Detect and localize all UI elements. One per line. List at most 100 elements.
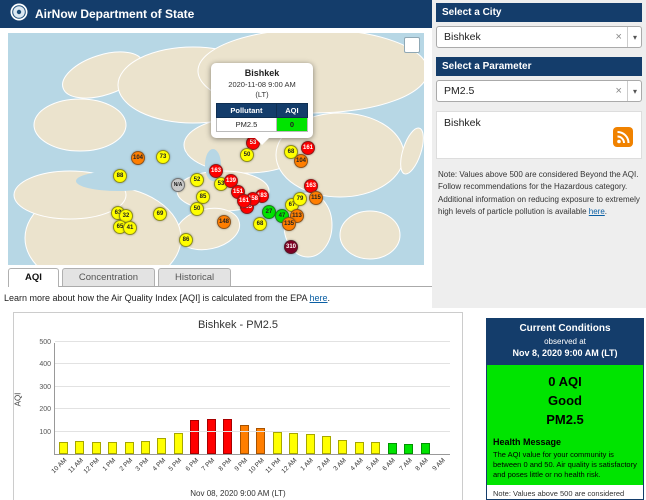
aqi-bar[interactable]	[371, 442, 380, 454]
tab-bar: AQI Concentration Historical	[8, 268, 432, 287]
map-layers-button[interactable]	[404, 37, 420, 53]
x-tick-label: 4 AM	[349, 457, 364, 472]
popup-arrow	[255, 138, 269, 145]
learn-more-text: Learn more about how the Air Quality Ind…	[4, 293, 310, 303]
aqi-bar[interactable]	[92, 442, 101, 454]
x-tick-label: 3 PM	[135, 457, 151, 473]
world-aqi-map[interactable]: 8810473N/A528550163531391511551486332654…	[8, 33, 424, 265]
rss-city-label: Bishkek	[444, 117, 481, 129]
bar-column: 11 AM	[71, 343, 87, 454]
aqi-bar[interactable]	[289, 433, 298, 454]
x-axis-title: Nov 08, 2020 9:00 AM (LT)	[14, 489, 462, 498]
app-header: AirNow Department of State	[0, 0, 432, 28]
tab-concentration[interactable]: Concentration	[62, 268, 155, 286]
aqi-bar[interactable]	[207, 419, 216, 454]
x-tick-label: 12 AM	[281, 457, 299, 475]
aqi-bar[interactable]	[157, 438, 166, 454]
bar-column: 10 PM	[252, 343, 268, 454]
bar-column: 12 PM	[88, 343, 104, 454]
epa-link[interactable]: here	[310, 293, 328, 303]
bar-column: 3 AM	[335, 343, 351, 454]
x-tick-label: 10 AM	[50, 457, 68, 475]
map-aqi-marker[interactable]: 163	[209, 164, 223, 178]
bar-column: 2 PM	[121, 343, 137, 454]
tab-aqi[interactable]: AQI	[8, 268, 59, 287]
bar-column: 9 PM	[236, 343, 252, 454]
aqi-bar[interactable]	[404, 444, 413, 454]
aqi-bar[interactable]	[141, 441, 150, 454]
gridline	[55, 386, 450, 387]
city-select[interactable]: Bishkek × ▾	[436, 26, 642, 48]
y-tick-label: 400	[39, 361, 51, 368]
map-aqi-marker[interactable]: 79	[293, 192, 307, 206]
tab-historical[interactable]: Historical	[158, 268, 231, 286]
aqi-value: 0 AQI	[493, 373, 637, 392]
parameter-dropdown-arrow-icon[interactable]: ▾	[627, 81, 637, 101]
y-tick-label: 100	[39, 429, 51, 436]
map-aqi-marker[interactable]: 104	[131, 151, 145, 165]
bar-column: 8 PM	[220, 343, 236, 454]
aqi-bar[interactable]	[355, 442, 364, 454]
popup-timezone-text: (LT)	[255, 90, 268, 99]
aqi-bar[interactable]	[322, 436, 331, 454]
rss-icon[interactable]	[613, 127, 633, 147]
map-aqi-marker[interactable]: 68	[253, 217, 267, 231]
observed-at-label: observed at	[487, 337, 643, 346]
sidebar: Select a City Bishkek × ▾ Select a Param…	[432, 0, 646, 308]
aqi-bar[interactable]	[223, 419, 232, 454]
city-clear-icon[interactable]: ×	[616, 31, 622, 43]
map-aqi-marker[interactable]: 148	[217, 215, 231, 229]
bar-column: 8 AM	[417, 343, 433, 454]
x-tick-label: 8 AM	[415, 457, 430, 472]
x-tick-label: 10 PM	[247, 457, 265, 475]
map-aqi-marker[interactable]: 73	[156, 150, 170, 164]
sidebar-note-link[interactable]: here	[589, 207, 605, 216]
plot-area: 10 AM11 AM12 PM1 PM2 PM3 PM4 PM5 PM6 PM7…	[54, 343, 450, 455]
map-aqi-marker[interactable]: 161	[237, 194, 251, 208]
bar-column: 2 AM	[318, 343, 334, 454]
map-aqi-marker[interactable]: 88	[113, 169, 127, 183]
bar-column: 1 AM	[302, 343, 318, 454]
popup-datetime: 2020-11-08 9:00 AM (LT)	[216, 80, 308, 100]
x-tick-label: 12 PM	[83, 457, 101, 475]
bar-column: 12 AM	[285, 343, 301, 454]
x-tick-label: 1 PM	[102, 457, 118, 473]
map-aqi-marker[interactable]: 69	[153, 207, 167, 221]
map-aqi-marker[interactable]: 52	[190, 173, 204, 187]
aqi-bar[interactable]	[174, 433, 183, 454]
bar-column: 9 AM	[433, 343, 449, 454]
map-aqi-marker[interactable]: 68	[284, 145, 298, 159]
aqi-bar[interactable]	[306, 434, 315, 454]
map-aqi-marker[interactable]: 86	[179, 233, 193, 247]
map-aqi-marker[interactable]: 135	[282, 217, 296, 231]
popup-aqi-table: Pollutant AQI PM2.5 0	[216, 103, 308, 132]
map-aqi-marker[interactable]: 161	[301, 141, 315, 155]
map-aqi-marker[interactable]: 115	[309, 191, 323, 205]
x-tick-label: 5 AM	[365, 457, 380, 472]
aqi-bar[interactable]	[388, 443, 397, 454]
map-aqi-marker[interactable]: 50	[190, 202, 204, 216]
map-aqi-marker[interactable]: 50	[240, 148, 254, 162]
map-aqi-marker[interactable]: 41	[123, 221, 137, 235]
aqi-bar[interactable]	[75, 441, 84, 454]
learn-more-suffix: .	[328, 293, 331, 303]
aqi-bar[interactable]	[125, 442, 134, 454]
x-tick-label: 11 AM	[67, 457, 85, 475]
aqi-bar[interactable]	[338, 440, 347, 454]
popup-date-text: 2020-11-08 9:00 AM	[228, 80, 295, 89]
parameter-clear-icon[interactable]: ×	[616, 85, 622, 97]
aqi-bar[interactable]	[273, 432, 282, 454]
aqi-bar[interactable]	[190, 420, 199, 454]
x-tick-label: 4 PM	[151, 457, 167, 473]
aqi-bar[interactable]	[421, 443, 430, 454]
city-dropdown-arrow-icon[interactable]: ▾	[627, 27, 637, 47]
map-aqi-marker[interactable]: 27	[262, 205, 276, 219]
bars-container: 10 AM11 AM12 PM1 PM2 PM3 PM4 PM5 PM6 PM7…	[55, 343, 450, 454]
bar-column: 4 AM	[351, 343, 367, 454]
map-aqi-marker[interactable]: 310	[284, 240, 298, 254]
map-aqi-marker[interactable]: N/A	[171, 178, 185, 192]
aqi-category-box: 0 AQI Good PM2.5 Health Message The AQI …	[487, 365, 643, 485]
aqi-bar[interactable]	[108, 442, 117, 454]
aqi-bar[interactable]	[59, 442, 68, 454]
parameter-select[interactable]: PM2.5 × ▾	[436, 80, 642, 102]
